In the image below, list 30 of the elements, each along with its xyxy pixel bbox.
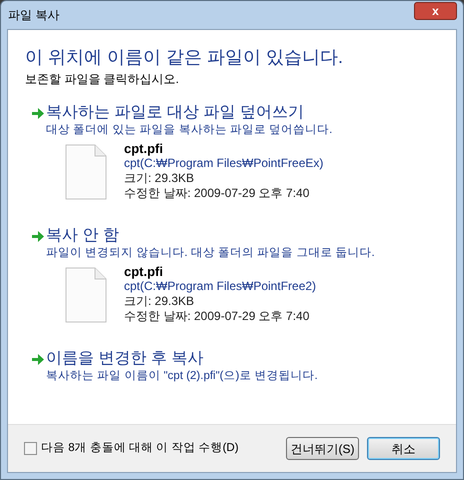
file-name: cpt.pfi: [124, 141, 164, 156]
file-location: cpt(C:₩Program Files₩PointFree2): [124, 279, 316, 294]
option-description: 파일이 변경되지 않습니다. 대상 폴더의 파일을 그대로 둡니다.: [46, 246, 375, 261]
option-title: 이름을 변경한 후 복사: [46, 349, 204, 369]
option-link[interactable]: 복사 안 함 파일이 변경되지 않습니다. 대상 폴더의 파일을 그대로 둡니다. cpt.pfi cpt(C:₩Program Files₩PointFree2) 크기: 29.3KB 수정한 날짜: 2009-07-29 오후 7:40: [25, 225, 439, 324]
option-description: 복사하는 파일 이름이 "cpt (2).pfi"(으)로 변경됩니다.: [46, 369, 318, 384]
checkbox-label: 다음 8개 충돌에 대해 이 작업 수행(D): [41, 440, 239, 456]
document-icon: [65, 144, 107, 200]
arrow-icon: [32, 354, 44, 365]
arrow-icon: [32, 108, 44, 119]
checkbox[interactable]: [24, 442, 37, 455]
option-title: 복사 안 함: [46, 226, 120, 246]
option-link[interactable]: 복사하는 파일로 대상 파일 덮어쓰기 대상 폴더에 있는 파일을 복사하는 파일로 덮어씁니다. cpt.pfi cpt(C:₩Program Files₩PointFreeEx) 크기: 29.3KB 수정한 날짜: 2009-07-29 오후 7:40: [25, 102, 439, 201]
file-modified-date: 수정한 날짜: 2009-07-29 오후 7:40: [124, 309, 310, 324]
dialog-heading: 이 위치에 이름이 같은 파일이 있습니다.: [25, 46, 344, 69]
file-location: cpt(C:₩Program Files₩PointFreeEx): [124, 156, 324, 171]
file-size: 크기: 29.3KB: [124, 294, 196, 309]
arrow-icon: [32, 231, 44, 242]
close-button[interactable]: x: [414, 2, 457, 20]
file-modified-date: 수정한 날짜: 2009-07-29 오후 7:40: [124, 186, 310, 201]
instruction-text: 보존할 파일을 클릭하십시오.: [25, 71, 180, 88]
option-description: 대상 폴더에 있는 파일을 복사하는 파일로 덮어씁니다.: [46, 123, 332, 138]
window-title: 파일 복사: [7, 7, 60, 24]
option-link[interactable]: 이름을 변경한 후 복사 복사하는 파일 이름이 "cpt (2).pfi"(으)로 변경됩니다.: [25, 348, 439, 384]
dialog-button[interactable]: 취소: [367, 437, 440, 460]
option-title: 복사하는 파일로 대상 파일 덮어쓰기: [46, 103, 305, 123]
file-name: cpt.pfi: [124, 264, 164, 279]
document-icon: [65, 267, 107, 323]
dialog-button[interactable]: 건너뛰기(S): [286, 437, 359, 460]
file-size: 크기: 29.3KB: [124, 171, 196, 186]
